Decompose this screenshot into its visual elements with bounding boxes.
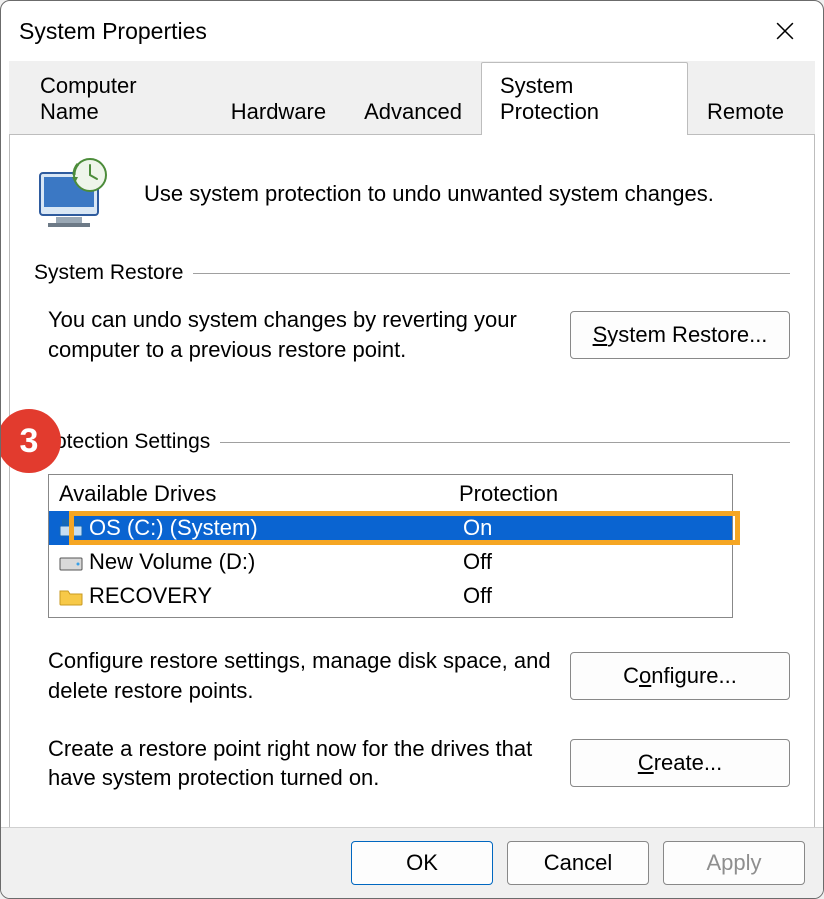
tab-strip: Computer Name Hardware Advanced System P… [9,61,815,134]
tab-label: System Protection [500,73,599,124]
group-header: System Restore [34,261,790,285]
divider [193,273,790,274]
drive-protection: On [463,515,722,541]
create-button[interactable]: Create... [570,739,790,787]
tab-label: Computer Name [40,73,137,124]
annotation-step-badge: 3 [0,411,59,471]
apply-button: Apply [663,841,805,885]
drive-row-recovery[interactable]: RECOVERY Off [49,579,732,617]
tab-panel: Use system protection to undo unwanted s… [9,134,815,850]
drive-row-os-c[interactable]: OS (C:) (System) On [49,511,732,545]
group-protection-settings: Protection Settings Available Drives Pro… [34,430,790,793]
intro-row: Use system protection to undo unwanted s… [34,155,790,233]
create-description: Create a restore point right now for the… [48,734,554,793]
button-label: Cancel [544,850,612,876]
system-drive-icon [59,518,83,538]
create-row: Create a restore point right now for the… [48,734,790,793]
tabs-area: Computer Name Hardware Advanced System P… [9,61,815,850]
system-restore-button[interactable]: System Restore... [570,311,790,359]
close-icon [776,22,794,40]
system-properties-window: System Properties Computer Name Hardware… [0,0,824,899]
tab-remote[interactable]: Remote [688,88,803,135]
column-header-protection: Protection [459,481,722,507]
tab-advanced[interactable]: Advanced [345,88,481,135]
tab-system-protection[interactable]: System Protection [481,62,688,135]
column-header-drives: Available Drives [59,481,459,507]
drive-icon [59,552,83,572]
tab-label: Hardware [231,99,326,124]
intro-text: Use system protection to undo unwanted s… [144,181,714,207]
button-label: Apply [706,850,761,876]
drive-protection: Off [463,549,722,575]
configure-row: Configure restore settings, manage disk … [48,646,790,705]
drive-name: RECOVERY [89,583,463,609]
drive-name: OS (C:) (System) [89,515,463,541]
button-label: OK [406,850,438,876]
group-title: Protection Settings [34,430,210,454]
folder-icon [59,586,83,606]
window-title: System Properties [19,18,207,45]
group-header: Protection Settings [34,430,790,454]
divider [220,442,790,443]
drive-protection: Off [463,583,722,609]
configure-button[interactable]: Configure... [570,652,790,700]
drive-row-new-volume-d[interactable]: New Volume (D:) Off [49,545,732,579]
group-title: System Restore [34,261,183,285]
tab-hardware[interactable]: Hardware [212,88,345,135]
cancel-button[interactable]: Cancel [507,841,649,885]
configure-description: Configure restore settings, manage disk … [48,646,554,705]
tab-computer-name[interactable]: Computer Name [21,62,212,135]
tab-label: Advanced [364,99,462,124]
step-number: 3 [20,422,39,461]
drives-list[interactable]: Available Drives Protection OS (C:) (Sys… [48,474,733,618]
drive-name: New Volume (D:) [89,549,463,575]
group-system-restore: System Restore You can undo system chang… [34,261,790,364]
tab-label: Remote [707,99,784,124]
system-protection-icon [34,155,120,233]
title-bar: System Properties [1,1,823,51]
dialog-footer: OK Cancel Apply [1,827,823,898]
restore-row: You can undo system changes by reverting… [48,305,790,364]
restore-description: You can undo system changes by reverting… [48,305,554,364]
ok-button[interactable]: OK [351,841,493,885]
drives-header: Available Drives Protection [49,475,732,511]
close-button[interactable] [765,11,805,51]
